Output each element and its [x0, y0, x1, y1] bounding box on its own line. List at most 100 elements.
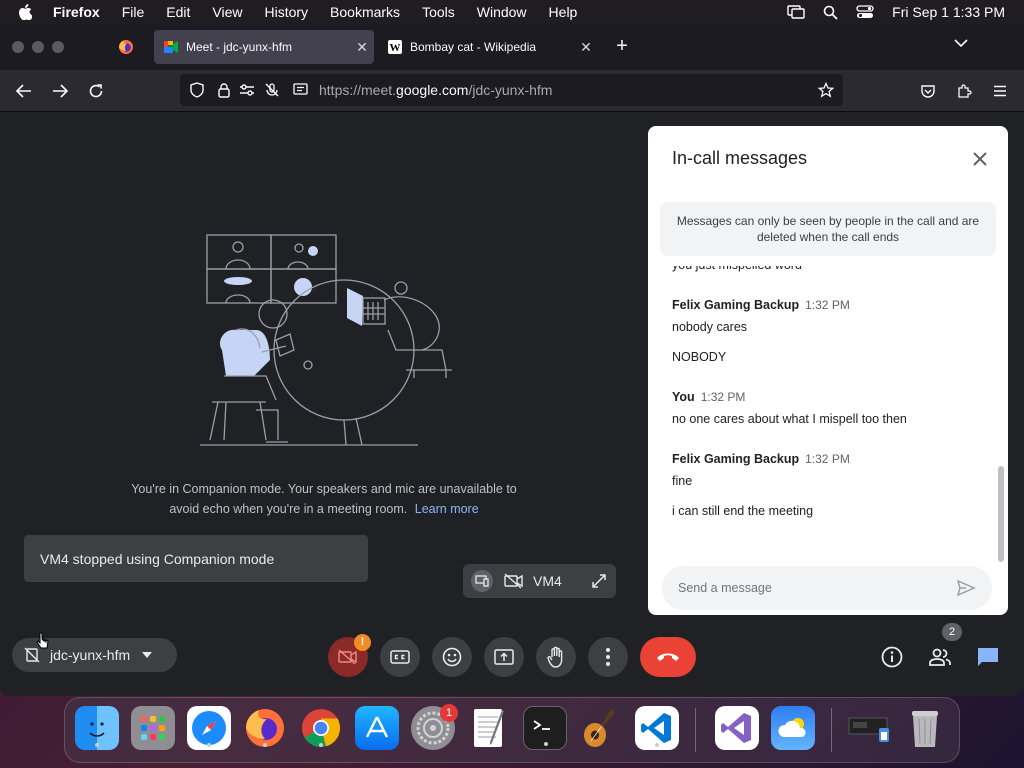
dock-app-store-icon[interactable]	[355, 706, 399, 750]
menu-help[interactable]: Help	[549, 4, 578, 20]
dock-chrome-icon[interactable]	[299, 706, 343, 750]
leave-call-button[interactable]	[640, 637, 696, 677]
self-view-label: VM4	[533, 573, 562, 589]
list-all-tabs-icon[interactable]	[954, 38, 968, 48]
expand-icon[interactable]	[588, 570, 610, 592]
spotlight-search-icon[interactable]	[823, 5, 838, 20]
apple-icon[interactable]	[18, 4, 34, 20]
new-tab-button[interactable]: +	[610, 34, 634, 58]
menu-window[interactable]: Window	[477, 4, 527, 20]
menu-app-name[interactable]: Firefox	[53, 4, 100, 20]
message-scrollbar[interactable]	[998, 466, 1004, 562]
dock-textedit-icon[interactable]	[467, 706, 511, 750]
dock-vscode-icon[interactable]	[635, 706, 679, 750]
people-button[interactable]	[927, 644, 953, 670]
menu-bar: Firefox File Edit View History Bookmarks…	[0, 0, 1024, 24]
in-call-messages-panel: In-call messages Messages can only be se…	[648, 126, 1008, 615]
forward-button[interactable]	[49, 80, 71, 102]
menu-tools[interactable]: Tools	[422, 4, 455, 20]
url-text[interactable]: https://meet.google.com/jdc-yunx-hfm	[319, 82, 552, 98]
hamburger-menu-icon[interactable]	[989, 80, 1011, 102]
tab-close-icon[interactable]: ✕	[350, 39, 374, 56]
control-center-icon[interactable]	[856, 5, 874, 19]
window-minimize-button[interactable]	[32, 41, 44, 53]
people-icon	[928, 648, 952, 666]
message-list[interactable]: you just mispelled word Felix Gaming Bac…	[648, 266, 996, 562]
more-options-button[interactable]	[588, 637, 628, 677]
reload-button[interactable]	[85, 80, 107, 102]
present-button[interactable]	[484, 637, 524, 677]
back-button[interactable]	[13, 80, 35, 102]
dock-safari-icon[interactable]	[187, 706, 231, 750]
dock-launchpad-icon[interactable]	[131, 706, 175, 750]
meet-page: You're in Companion mode. Your speakers …	[0, 112, 1024, 696]
reactions-button[interactable]	[432, 637, 472, 677]
menu-file[interactable]: File	[122, 4, 145, 20]
menubar-clock[interactable]: Fri Sep 1 1:33 PM	[892, 4, 1005, 20]
tab-title: Meet - jdc-yunx-hfm	[186, 40, 293, 54]
companion-device-icon[interactable]	[471, 570, 493, 592]
svg-text:W: W	[390, 42, 401, 54]
message-line: fine	[672, 474, 693, 488]
settings-update-badge: 1	[440, 704, 458, 722]
pinned-tab-firefox[interactable]	[108, 32, 144, 62]
pocket-icon[interactable]	[917, 80, 939, 102]
dock-instruments-icon[interactable]	[579, 706, 623, 750]
present-screen-icon	[494, 649, 514, 665]
captions-icon	[390, 649, 410, 665]
running-indicator	[263, 743, 267, 747]
address-bar[interactable]: https://meet.google.com/jdc-yunx-hfm	[180, 74, 843, 106]
window-zoom-button[interactable]	[52, 41, 64, 53]
chat-button[interactable]	[975, 644, 1001, 670]
message-line: no one cares about what I mispell too th…	[672, 412, 907, 426]
extensions-icon[interactable]	[953, 80, 975, 102]
message-line: you just mispelled word	[672, 266, 992, 286]
camera-off-icon	[338, 649, 358, 665]
dock-firefox-icon[interactable]	[243, 706, 287, 750]
dock-visual-studio-icon[interactable]	[715, 706, 759, 750]
menu-bookmarks[interactable]: Bookmarks	[330, 4, 400, 20]
message-sender: Felix Gaming Backup 1:32 PM	[672, 452, 850, 466]
send-message-box[interactable]	[662, 566, 992, 610]
shield-icon[interactable]	[189, 82, 205, 98]
tab-meet[interactable]: Meet - jdc-yunx-hfm ✕	[154, 30, 374, 64]
learn-more-link[interactable]: Learn more	[415, 502, 479, 516]
raise-hand-button[interactable]	[536, 637, 576, 677]
meeting-info-button[interactable]	[879, 644, 905, 670]
tab-wikipedia[interactable]: W Bombay cat - Wikipedia ✕	[378, 30, 598, 64]
camera-off-icon[interactable]	[501, 570, 527, 592]
hand-icon	[547, 646, 565, 668]
meeting-code: jdc-yunx-hfm	[50, 647, 131, 663]
close-panel-icon[interactable]	[969, 148, 991, 170]
reader-view-icon[interactable]	[292, 82, 308, 98]
permissions-icon[interactable]	[239, 82, 255, 98]
message-input[interactable]	[678, 578, 938, 598]
menu-view[interactable]: View	[212, 4, 242, 20]
dock-weather-icon[interactable]	[771, 706, 815, 750]
google-meet-icon	[164, 40, 178, 54]
messages-notice: Messages can only be seen by people in t…	[660, 202, 996, 256]
dock-separator	[831, 708, 832, 752]
dock-trash-icon[interactable]	[903, 706, 947, 750]
screen-mirroring-icon[interactable]	[787, 5, 805, 19]
send-icon[interactable]	[956, 578, 976, 598]
captions-button[interactable]	[380, 637, 420, 677]
tab-close-icon[interactable]: ✕	[574, 39, 598, 56]
firefox-icon	[118, 39, 134, 55]
self-view-tile[interactable]: VM4	[463, 564, 616, 598]
running-indicator	[655, 743, 659, 747]
message-sender: Felix Gaming Backup 1:32 PM	[672, 298, 850, 312]
wikipedia-icon: W	[388, 40, 402, 54]
bookmark-star-icon[interactable]	[818, 82, 834, 98]
nav-bar: https://meet.google.com/jdc-yunx-hfm	[0, 70, 1024, 112]
message-line: NOBODY	[672, 350, 727, 364]
dock-terminal-icon[interactable]	[523, 706, 567, 750]
dock-downloads-stack-icon[interactable]	[847, 706, 891, 750]
menu-edit[interactable]: Edit	[166, 4, 190, 20]
window-close-button[interactable]	[12, 41, 24, 53]
info-icon	[881, 646, 903, 668]
lock-icon[interactable]	[216, 82, 232, 98]
dock-finder-icon[interactable]	[75, 706, 119, 750]
mic-blocked-icon[interactable]	[264, 82, 280, 98]
menu-history[interactable]: History	[264, 4, 308, 20]
